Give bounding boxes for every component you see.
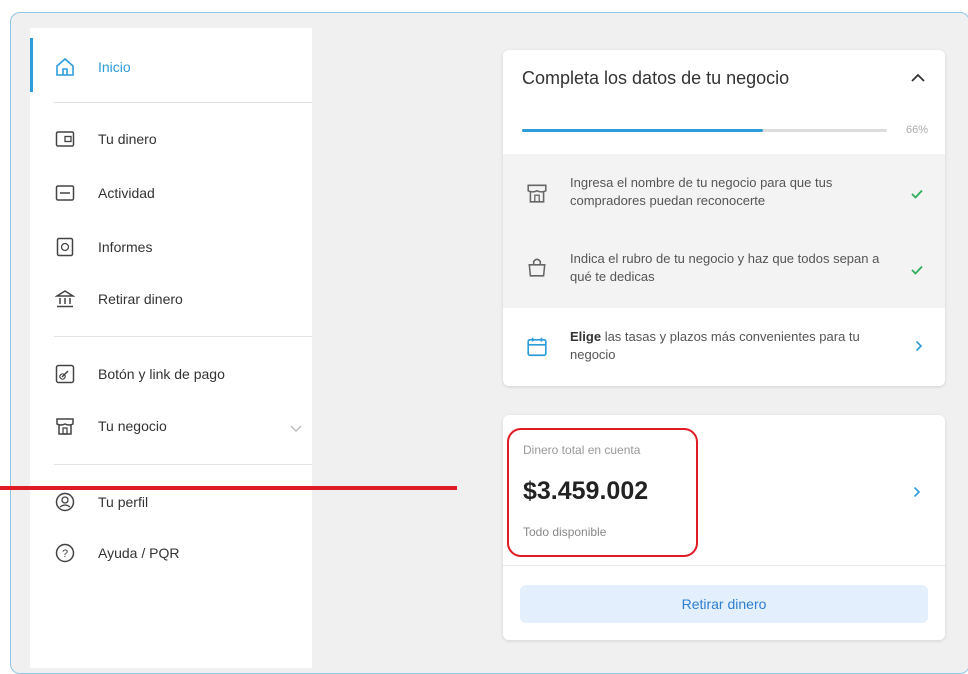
sidebar-item-label: Tu dinero: [98, 131, 157, 147]
progress-bar: [522, 129, 887, 132]
sidebar-item-tu-negocio[interactable]: Tu negocio: [54, 411, 312, 441]
sidebar-item-label: Botón y link de pago: [98, 366, 225, 382]
divider: [503, 565, 945, 566]
sidebar-item-informes[interactable]: Informes: [54, 232, 152, 262]
onboarding-title: Completa los datos de tu negocio: [522, 68, 790, 88]
check-icon: [911, 186, 923, 204]
task-text-rest: las tasas y plazos más convenientes para…: [570, 329, 860, 362]
sidebar-item-label: Tu negocio: [98, 418, 167, 434]
sidebar-item-label: Tu perfil: [98, 494, 149, 510]
active-indicator: [30, 38, 33, 92]
onboarding-card: Completa los datos de tu negocio 66% Ing…: [503, 50, 945, 386]
task-text: Indica el rubro de tu negocio y haz que …: [570, 251, 880, 284]
divider: [54, 464, 312, 465]
withdraw-button[interactable]: Retirar dinero: [520, 585, 928, 623]
store-icon: [54, 415, 76, 437]
wallet-icon: [54, 128, 76, 150]
task-text-bold: Elige: [570, 329, 602, 344]
task-item-nombre[interactable]: Ingresa el nombre de tu negocio para que…: [503, 154, 945, 232]
home-icon: [54, 56, 76, 78]
sidebar-item-label: Retirar dinero: [98, 291, 183, 307]
report-icon: [54, 236, 76, 258]
task-text: Ingresa el nombre de tu negocio para que…: [570, 175, 833, 208]
task-item-tasas[interactable]: Elige las tasas y plazos más conveniente…: [503, 308, 945, 386]
progress-percent: 66%: [905, 124, 928, 136]
chevron-up-icon[interactable]: [911, 70, 925, 88]
sidebar-item-label: Actividad: [98, 185, 155, 201]
help-icon: ?: [54, 542, 76, 564]
store-icon: [526, 182, 548, 209]
progress-fill: [522, 129, 763, 132]
sidebar-item-actividad[interactable]: Actividad: [54, 178, 155, 208]
task-item-rubro[interactable]: Indica el rubro de tu negocio y haz que …: [503, 232, 945, 308]
divider: [54, 336, 312, 337]
chevron-right-icon: [915, 339, 923, 357]
link-icon: [54, 363, 76, 385]
sidebar-item-tu-dinero[interactable]: Tu dinero: [54, 124, 157, 154]
annotation-highlight-box: [507, 428, 698, 557]
chevron-down-icon[interactable]: [290, 420, 302, 438]
sidebar-item-tu-perfil[interactable]: Tu perfil: [54, 487, 148, 517]
sidebar-item-retirar-dinero[interactable]: Retirar dinero: [54, 284, 183, 314]
task-text: Elige las tasas y plazos más conveniente…: [570, 328, 890, 364]
sidebar-item-label: Informes: [98, 239, 153, 255]
sidebar-item-inicio[interactable]: Inicio: [54, 52, 131, 82]
bag-icon: [526, 256, 548, 283]
sidebar-item-boton-link[interactable]: Botón y link de pago: [54, 359, 225, 389]
check-icon: [911, 262, 923, 280]
divider: [54, 102, 312, 103]
sidebar-item-label: Inicio: [98, 59, 131, 75]
calendar-icon: [526, 336, 548, 363]
sidebar: Inicio Tu dinero Actividad Informes Reti…: [30, 28, 312, 668]
bank-icon: [54, 288, 76, 310]
annotation-pointer-line: [0, 486, 457, 490]
chevron-right-icon[interactable]: [913, 485, 921, 503]
profile-icon: [54, 491, 76, 513]
svg-text:?: ?: [62, 548, 68, 560]
sidebar-item-label: Ayuda / PQR: [98, 545, 180, 561]
activity-icon: [54, 182, 76, 204]
sidebar-item-ayuda[interactable]: ? Ayuda / PQR: [54, 538, 179, 568]
